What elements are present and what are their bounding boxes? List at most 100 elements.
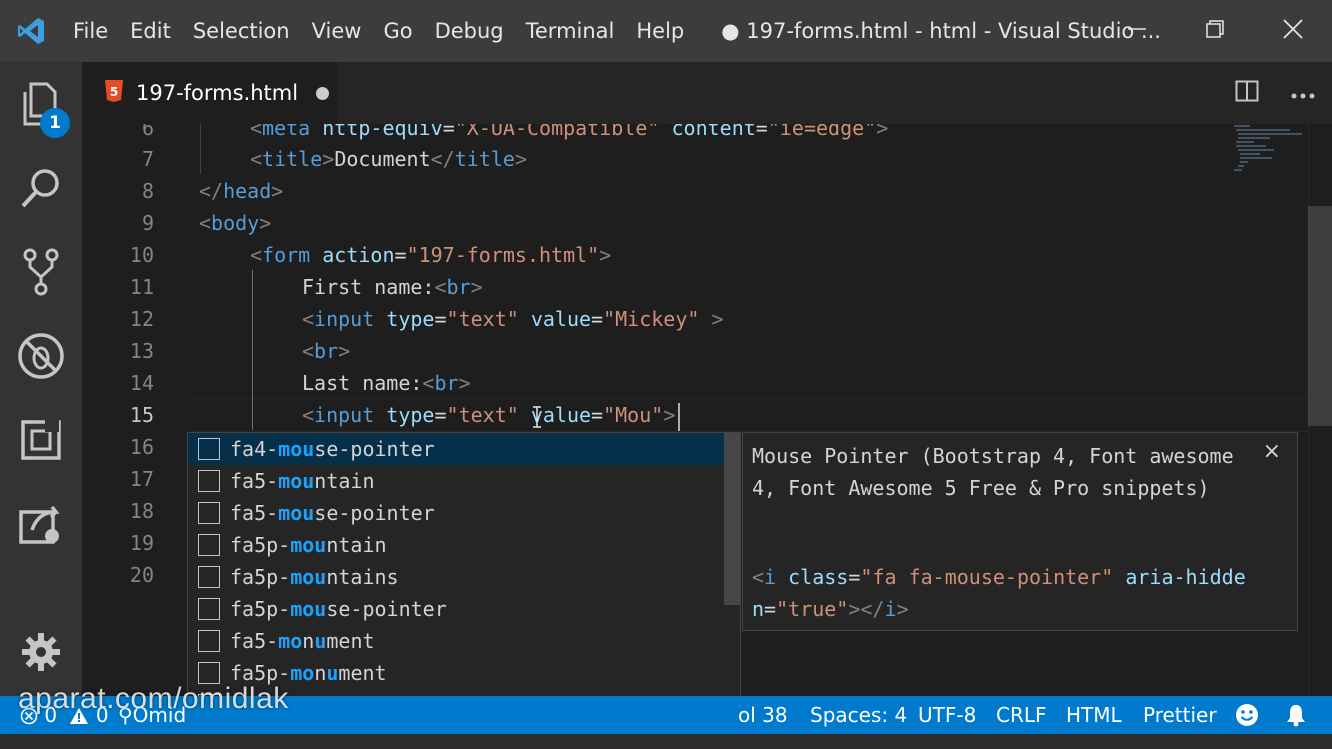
code-line-12: <input type="text" value="Mickey" > [302,307,724,331]
menu-selection[interactable]: Selection [182,0,301,62]
language-mode[interactable]: HTML [1066,696,1122,734]
line-number: 13 [129,339,154,363]
snippet-icon [198,438,220,460]
details-snippet-preview: <i class="fa fa-mouse-pointer" aria-hidd… [752,565,1246,621]
suggestion-item[interactable]: fa5p-mouse-pointer [188,593,724,625]
code-line-7: <title>Document</title> [250,147,527,171]
code-line-6: <meta http-equiv="X-UA-Compatible" conte… [250,124,889,140]
line-number: 11 [129,275,154,299]
line-number: 20 [129,563,154,587]
remote-button[interactable] [0,484,82,568]
suggestion-label: fa5-mountain [230,469,375,493]
search-icon [19,166,63,214]
suggestion-item[interactable]: fa5p-mountain [188,529,724,561]
snippet-icon [198,630,220,652]
text-cursor [678,403,680,431]
source-control-button[interactable] [0,232,82,316]
suggestion-label: fa5p-mouse-pointer [230,597,447,621]
title-bar: File Edit Selection View Go Debug Termin… [0,0,1332,62]
line-number: 9 [141,211,154,235]
suggestion-item-selected[interactable]: fa4-mouse-pointer [188,433,724,465]
code-line-8: </head> [199,179,284,203]
line-number: 18 [129,499,154,523]
window-title: ● 197-forms.html - html - Visual Studio … [721,19,1161,43]
bottom-strip [0,734,1332,749]
snippet-icon [198,598,220,620]
explorer-button[interactable]: 1 [0,64,82,148]
menu-edit[interactable]: Edit [119,0,182,62]
line-number: 8 [141,179,154,203]
menu-go[interactable]: Go [372,0,423,62]
settings-gear-icon [21,632,61,676]
close-window-button[interactable] [1254,0,1332,62]
suggestion-item[interactable]: fa5-monument [188,625,724,657]
svg-text:5: 5 [110,85,118,99]
split-editor-icon [1235,80,1259,106]
code-line-14: Last name:<br> [302,371,471,395]
explorer-badge: 1 [40,108,70,138]
extensions-icon [19,418,63,466]
minimize-button[interactable] [1098,0,1176,62]
encoding-setting[interactable]: UTF-8 [918,696,976,734]
menu-view[interactable]: View [301,0,373,62]
menu-help[interactable]: Help [625,0,695,62]
line-number: 12 [129,307,154,331]
code-line-10: <form action="197-forms.html"> [250,243,612,267]
activity-bar: 1 [0,62,82,696]
suggestion-label: fa5p-mountains [230,565,399,589]
cursor-position[interactable]: ol 38 [738,696,788,734]
suggestion-item[interactable]: fa5p-mountains [188,561,724,593]
notifications-bell-icon[interactable] [1284,696,1308,734]
more-actions-icon [1291,84,1315,103]
indent-guide-active [252,270,253,430]
tab-bar: 5 197-forms.html [82,62,1332,124]
details-close-icon[interactable]: × [1263,439,1281,464]
vscode-logo-icon [0,0,62,62]
snippet-icon [198,470,220,492]
suggestion-item[interactable]: fa5-mountain [188,465,724,497]
remote-icon [18,502,64,550]
line-number: 19 [129,531,154,555]
menu-file[interactable]: File [62,0,119,62]
line-number: 6 [141,124,154,140]
close-icon [1283,19,1303,43]
source-control-icon [21,247,61,301]
restore-icon [1205,19,1225,43]
more-actions-button[interactable] [1278,62,1328,124]
minimap[interactable] [1230,124,1308,184]
line-number: 10 [129,243,154,267]
suggest-scrollbar-thumb[interactable] [724,433,740,605]
details-documentation: Mouse Pointer (Bootstrap 4, Font awesome… [752,444,1234,500]
split-editor-button[interactable] [1222,62,1272,124]
indentation-setting[interactable]: Spaces: 4 [810,696,907,734]
prettier-status[interactable]: Prettier [1143,696,1217,734]
menu-terminal[interactable]: Terminal [515,0,626,62]
snippet-icon [198,566,220,588]
extensions-button[interactable] [0,400,82,484]
code-line-11: First name:<br> [302,275,483,299]
tab-label: 197-forms.html [136,81,299,105]
restore-button[interactable] [1176,0,1254,62]
editor-scrollbar-thumb[interactable] [1308,206,1332,426]
search-button[interactable] [0,148,82,232]
debug-icon [17,332,65,384]
code-line-15: <input type="text" value="Mou"> [302,403,676,427]
snippet-icon [198,662,220,684]
code-line-13: <br> [302,339,351,363]
tab-197-forms[interactable]: 5 197-forms.html [82,62,338,124]
suggestion-details: Mouse Pointer (Bootstrap 4, Font awesome… [742,432,1298,631]
eol-setting[interactable]: CRLF [996,696,1047,734]
suggestion-label: fa5p-mountain [230,533,387,557]
suggestion-label: fa5-monument [230,629,375,653]
minimize-icon [1127,19,1147,43]
code-line-9: <body> [199,211,272,235]
watermark: aparat.com/omidlak [18,682,289,715]
line-number: 7 [141,147,154,171]
feedback-smiley-icon[interactable] [1235,696,1259,734]
suggestion-item[interactable]: fa5-mouse-pointer [188,497,724,529]
menu-bar: File Edit Selection View Go Debug Termin… [62,0,695,62]
unsaved-dot-icon[interactable] [316,86,330,100]
menu-debug[interactable]: Debug [424,0,515,62]
snippet-icon [198,502,220,524]
debug-button[interactable] [0,316,82,400]
